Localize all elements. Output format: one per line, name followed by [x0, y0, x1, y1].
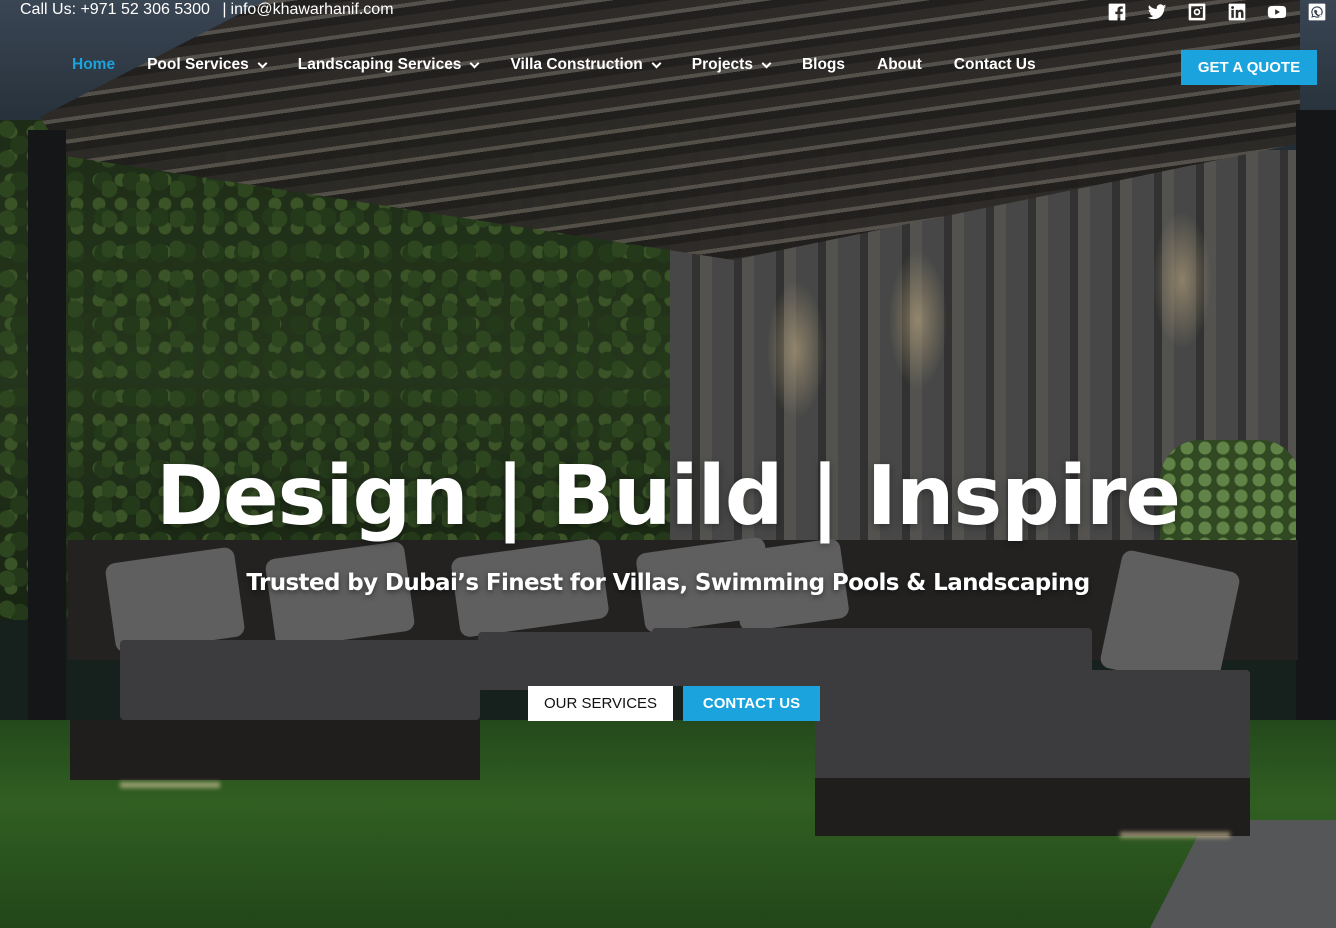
get-a-quote-button[interactable]: GET A QUOTE	[1181, 50, 1317, 85]
facebook-icon[interactable]	[1106, 2, 1128, 22]
email-link[interactable]: info@khawarhanif.com	[231, 1, 394, 18]
main-nav: Home Pool Services Landscaping Services …	[72, 56, 1068, 74]
linkedin-icon[interactable]	[1226, 2, 1248, 22]
chevron-down-icon	[469, 58, 480, 68]
separator: |	[222, 1, 227, 18]
whatsapp-icon[interactable]	[1306, 2, 1328, 22]
nav-item-landscaping-services[interactable]: Landscaping Services	[297, 56, 480, 74]
nav-item-contact-us[interactable]: Contact Us	[954, 56, 1036, 74]
nav-item-blogs[interactable]: Blogs	[802, 56, 845, 74]
nav-item-label: Contact Us	[953, 56, 1036, 73]
nav-item-about[interactable]: About	[877, 56, 922, 74]
top-bar: Call Us: +971 52 306 5300 | info@khawarha…	[0, 0, 1336, 24]
nav-item-projects[interactable]: Projects	[691, 56, 772, 74]
nav-item-label: Pool Services	[147, 56, 249, 73]
nav-item-villa-construction[interactable]: Villa Construction	[510, 56, 662, 74]
chevron-down-icon	[651, 58, 662, 68]
twitter-icon[interactable]	[1146, 2, 1168, 22]
youtube-icon[interactable]	[1266, 2, 1288, 22]
instagram-icon[interactable]	[1186, 2, 1208, 22]
chevron-down-icon	[257, 58, 268, 68]
nav-item-label: Landscaping Services	[297, 56, 462, 73]
nav-item-label: Home	[72, 56, 116, 73]
hero-title: Design | Build | Inspire	[155, 449, 1181, 544]
social-links	[1106, 2, 1328, 22]
nav-item-label: Blogs	[801, 56, 846, 73]
phone-link[interactable]: Call Us: +971 52 306 5300	[20, 1, 210, 18]
our-services-button[interactable]: OUR SERVICES	[528, 686, 673, 721]
contact-info: Call Us: +971 52 306 5300 | info@khawarha…	[20, 1, 394, 19]
contact-us-button[interactable]: CONTACT US	[683, 686, 820, 721]
hero-subtitle: Trusted by Dubai’s Finest for Villas, Sw…	[246, 570, 1090, 596]
chevron-down-icon	[761, 58, 772, 68]
nav-item-pool-services[interactable]: Pool Services	[147, 56, 268, 74]
nav-item-label: Projects	[691, 56, 753, 73]
nav-item-label: About	[877, 56, 922, 73]
nav-item-label: Villa Construction	[510, 56, 643, 73]
nav-item-home[interactable]: Home	[72, 56, 115, 74]
